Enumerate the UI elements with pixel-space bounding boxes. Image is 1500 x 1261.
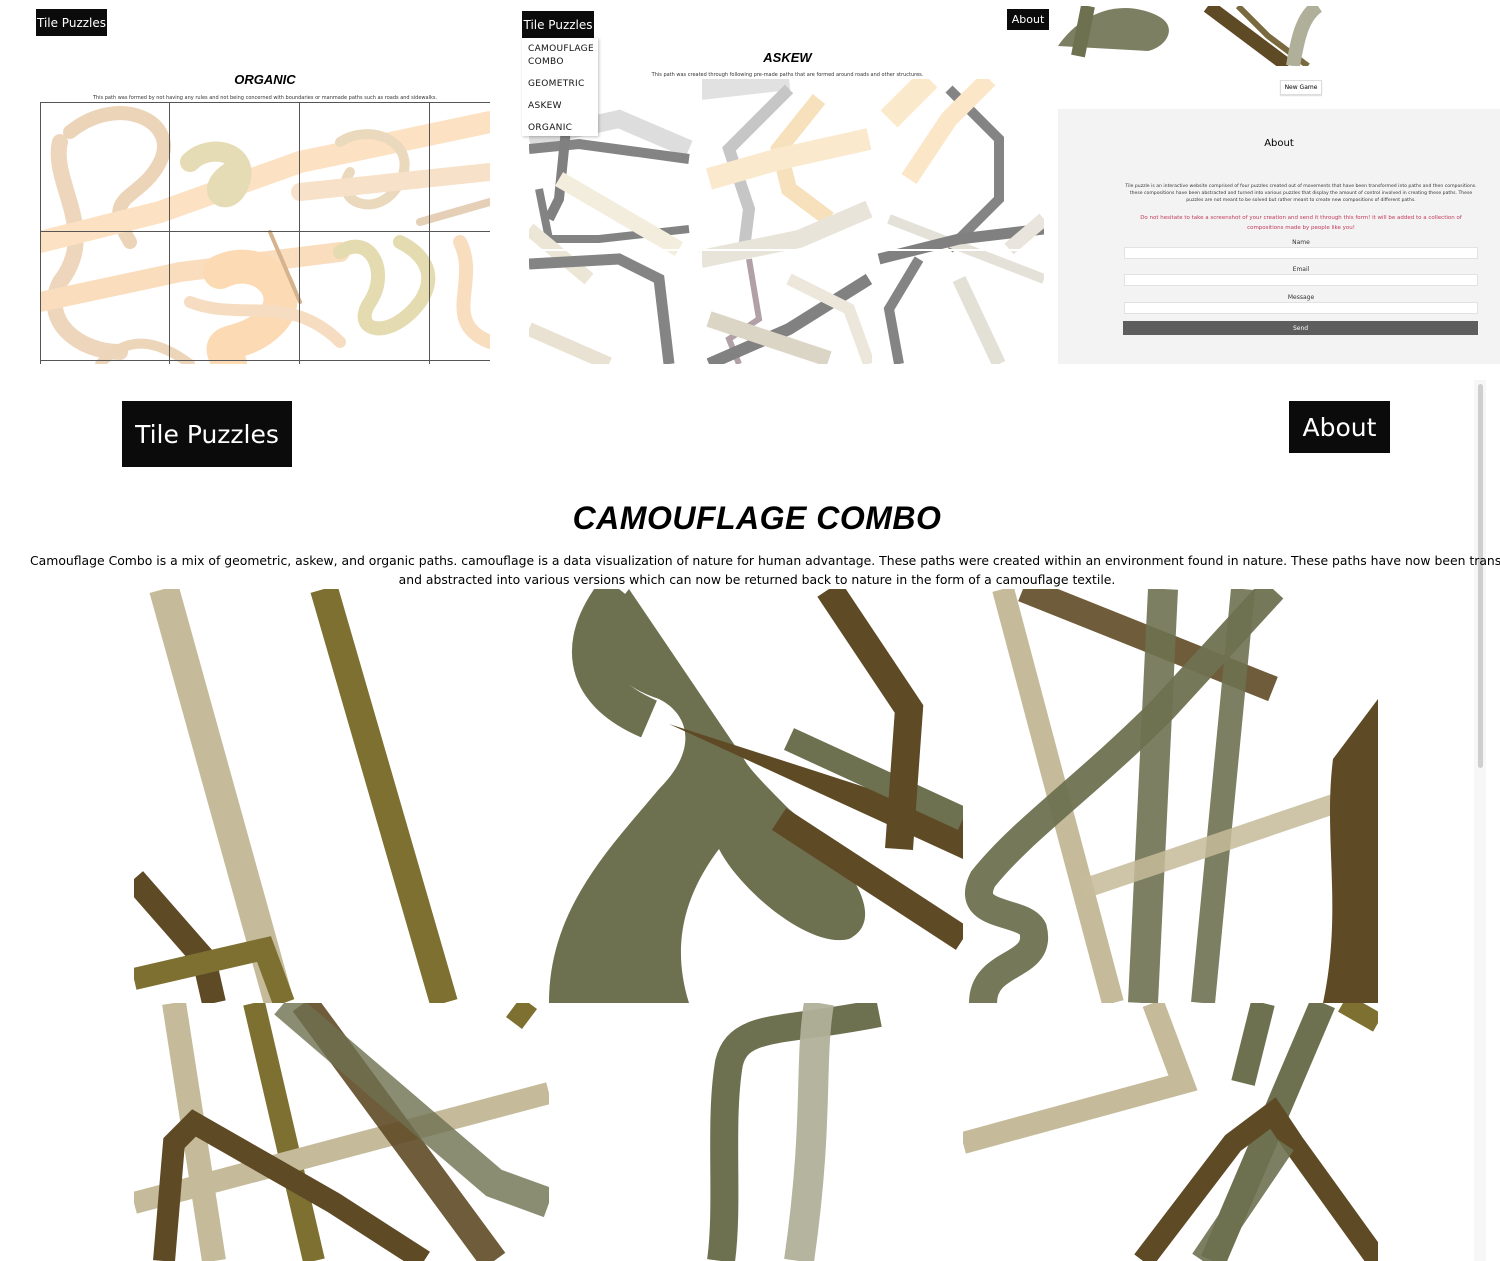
organic-paths — [40, 106, 490, 364]
message-label: Message — [1287, 294, 1315, 301]
about-text: Tile puzzle is an interactive website co… — [1125, 184, 1477, 203]
name-input[interactable] — [1124, 247, 1478, 259]
puzzle-tile[interactable] — [963, 589, 1378, 1003]
message-input[interactable] — [1124, 302, 1478, 314]
puzzle-board-askew — [529, 79, 1044, 364]
grid-line — [40, 102, 41, 364]
grid-line — [872, 79, 874, 364]
name-label: Name — [1292, 239, 1310, 246]
invite-text: Do not hesitate to take a screenshot of … — [1140, 215, 1462, 231]
puzzle-tile[interactable] — [134, 1003, 549, 1261]
page-title: ORGANIC — [234, 72, 296, 87]
tile-paths — [134, 589, 458, 1003]
grid-line — [700, 79, 702, 364]
puzzle-tile[interactable] — [134, 589, 549, 1003]
camo-preview-paths — [1058, 6, 1323, 66]
dropdown-item-camouflage-combo[interactable]: CAMOUFLAGE COMBO — [528, 43, 594, 69]
new-game-button[interactable]: New Game — [1280, 80, 1322, 95]
tile-paths — [963, 1003, 1378, 1261]
dropdown-item-geometric[interactable]: GEOMETRIC — [528, 78, 585, 91]
page-description-line: and abstracted into various versions whi… — [398, 572, 1116, 587]
send-button[interactable]: Send — [1123, 321, 1478, 335]
page-title: ASKEW — [763, 50, 812, 65]
askew-paths — [529, 79, 1044, 364]
grid-line — [40, 102, 490, 103]
page-description: Camouflage Combo is a mix of geometric, … — [30, 551, 1500, 589]
grid-line — [299, 102, 300, 364]
email-input[interactable] — [1124, 274, 1478, 286]
grid-line — [169, 102, 170, 364]
puzzle-tile[interactable] — [549, 1003, 963, 1261]
camo-preview — [1058, 6, 1500, 66]
about-heading: About — [1264, 138, 1294, 149]
grid-line — [529, 249, 1044, 251]
nav-title-button[interactable]: Tile Puzzles — [36, 9, 107, 36]
puzzle-tile[interactable] — [549, 589, 963, 1003]
tile-paths — [549, 589, 963, 1003]
puzzle-board-organic — [40, 102, 490, 364]
page-description-line: Camouflage Combo is a mix of geometric, … — [30, 553, 1500, 568]
tile-paths — [707, 1003, 882, 1261]
dropdown-item-askew[interactable]: ASKEW — [528, 100, 562, 113]
page-title: CAMOUFLAGE COMBO — [572, 500, 942, 536]
about-button[interactable]: About — [1007, 9, 1049, 30]
tile-paths — [965, 589, 1378, 1003]
dropdown-item-organic[interactable]: ORGANIC — [528, 122, 572, 135]
puzzle-tile[interactable] — [963, 1003, 1378, 1261]
nav-title-button[interactable]: Tile Puzzles — [122, 401, 292, 467]
about-button[interactable]: About — [1289, 401, 1390, 453]
page-description: This path was created through following … — [651, 72, 924, 78]
nav-title-button[interactable]: Tile Puzzles — [522, 11, 594, 38]
grid-line — [40, 231, 490, 232]
grid-line — [40, 360, 490, 361]
email-label: Email — [1292, 266, 1310, 273]
grid-line — [429, 102, 430, 364]
page-description: This path was formed by not having any r… — [92, 95, 438, 101]
nav-dropdown: CAMOUFLAGE COMBO GEOMETRIC ASKEW ORGANIC — [522, 38, 598, 136]
tile-paths — [134, 1003, 549, 1261]
